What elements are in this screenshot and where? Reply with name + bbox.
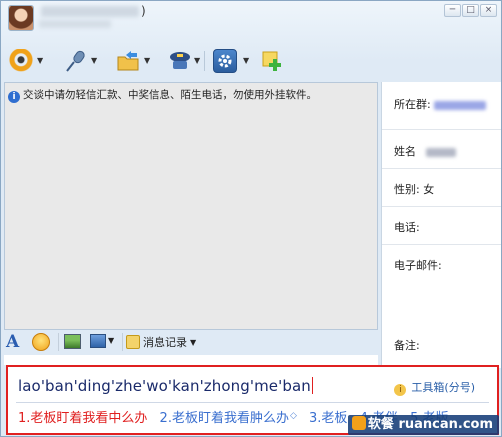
toolbar-separator: [204, 51, 205, 71]
blurred-contact-signature: [39, 20, 111, 28]
window-controls: ─ □ ×: [444, 4, 497, 17]
chevron-down-icon[interactable]: ▼: [243, 56, 249, 65]
contact-profile-panel: 所在群: 姓名 性别: 女 电话: 电子邮件: 备注:: [381, 82, 501, 368]
input-format-bar: A ▼ 消息记录 ▼: [4, 331, 378, 353]
ime-toolbox-button[interactable]: i 工具箱(分号): [394, 379, 475, 396]
microphone-icon: [63, 49, 87, 73]
blurred-group-name: [434, 100, 487, 110]
blurred-name: [425, 147, 456, 157]
minimize-button[interactable]: ─: [444, 4, 461, 17]
ime-pinyin-composition[interactable]: lao'ban'ding'zhe'wo'kan'zhong'me'ban: [18, 377, 313, 395]
remote-assist-icon: [168, 49, 192, 73]
chat-toolbar: ▼ ▼ ▼ ▼ ▼: [1, 45, 301, 79]
remark-row: 备注:: [394, 337, 420, 353]
ime-candidate[interactable]: 3.老板: [309, 407, 347, 426]
message-history-label: 消息记录: [143, 336, 187, 349]
image-icon[interactable]: [64, 334, 81, 349]
info-shield-icon: i: [8, 91, 20, 103]
message-history-pane[interactable]: i 交谈中请勿轻信汇款、中奖信息、陌生电话，勿使用外挂软件。: [4, 82, 378, 330]
chevron-down-icon[interactable]: ▼: [91, 56, 97, 65]
gender-label: 性别:: [394, 183, 420, 196]
chat-history-icon: [126, 335, 140, 349]
font-icon: A: [6, 332, 20, 352]
security-notice-text: 交谈中请勿轻信汇款、中奖信息、陌生电话，勿使用外挂软件。: [23, 89, 317, 101]
chevron-down-icon[interactable]: ▼: [108, 336, 114, 354]
ime-toolbox-label: 工具箱(分号): [411, 381, 475, 394]
title-bar[interactable]: ) ─ □ ×: [1, 1, 501, 35]
close-button[interactable]: ×: [480, 4, 497, 17]
gender-row: 性别: 女: [394, 181, 434, 197]
remark-label: 备注:: [394, 339, 420, 352]
screenshot-icon[interactable]: [90, 334, 106, 348]
watermark-text: 软餐 ruancan.com: [367, 417, 493, 432]
ime-divider: [16, 402, 489, 403]
text-caret: [311, 377, 313, 394]
emoji-icon[interactable]: [32, 333, 50, 351]
name-row: 姓名: [394, 143, 456, 159]
message-history-button[interactable]: 消息记录 ▼: [126, 333, 196, 351]
font-settings-button[interactable]: A: [6, 333, 19, 351]
toolbar-separator: [58, 333, 59, 351]
email-row: 电子邮件:: [394, 257, 442, 273]
contact-title: ): [39, 4, 146, 18]
chevron-down-icon[interactable]: ▼: [190, 338, 196, 347]
name-label: 姓名: [394, 145, 416, 158]
add-app-icon: [261, 49, 285, 73]
security-notice: i 交谈中请勿轻信汇款、中奖信息、陌生电话，勿使用外挂软件。: [8, 87, 317, 103]
cloud-candidate-icon: ◇: [289, 411, 297, 421]
blurred-contact-name: [41, 6, 139, 17]
chat-window: ) ─ □ × ▼ ▼ ▼ ▼ ▼ i 交谈中请勿轻信汇款、中奖信息、陌生电话，…: [0, 0, 502, 437]
phone-label: 电话:: [394, 221, 420, 234]
ime-candidate[interactable]: 1.老板盯着我看中么办: [18, 407, 147, 426]
group-label: 所在群:: [394, 98, 431, 111]
divider: [382, 244, 501, 245]
toolbar-separator: [122, 333, 123, 351]
gender-value: 女: [423, 183, 435, 196]
pinyin-text: lao'ban'ding'zhe'wo'kan'zhong'me'ban: [18, 377, 311, 395]
chevron-down-icon[interactable]: ▼: [144, 56, 150, 65]
divider: [382, 129, 501, 130]
maximize-button[interactable]: □: [462, 4, 479, 17]
divider: [382, 206, 501, 207]
site-watermark: 软餐 ruancan.com: [347, 415, 499, 435]
folder-transfer-icon: [116, 49, 140, 73]
group-row: 所在群:: [394, 96, 487, 112]
chevron-down-icon[interactable]: ▼: [194, 56, 200, 65]
webcam-icon: [9, 49, 33, 73]
email-label: 电子邮件:: [394, 259, 442, 272]
contact-avatar[interactable]: [8, 5, 34, 31]
app-settings-icon: [213, 49, 237, 73]
message-input[interactable]: [4, 355, 378, 365]
info-icon: i: [394, 384, 407, 396]
site-logo-icon: [351, 416, 366, 430]
chevron-down-icon[interactable]: ▼: [37, 56, 43, 65]
ime-candidate[interactable]: 2.老板盯着我看肿么办◇: [160, 407, 297, 426]
divider: [382, 168, 501, 169]
phone-row: 电话:: [394, 219, 420, 235]
